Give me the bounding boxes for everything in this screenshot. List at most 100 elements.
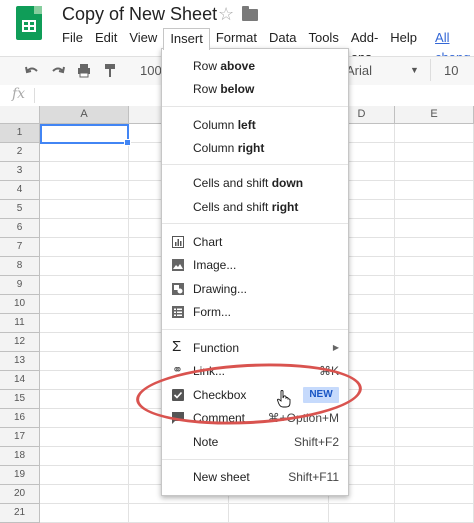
grid-cell[interactable] bbox=[395, 352, 474, 371]
star-icon[interactable]: ☆ bbox=[218, 4, 234, 25]
menu-data[interactable]: Data bbox=[263, 28, 302, 50]
menu-item-new-sheet[interactable]: New sheet Shift+F11 bbox=[162, 466, 348, 488]
grid-cell[interactable] bbox=[395, 143, 474, 162]
grid-cell[interactable] bbox=[395, 409, 474, 428]
row-header[interactable]: 16 bbox=[0, 409, 40, 428]
grid-cell[interactable] bbox=[395, 124, 474, 143]
grid-cell[interactable] bbox=[395, 485, 474, 504]
grid-cell[interactable] bbox=[40, 333, 129, 352]
grid-cell[interactable] bbox=[40, 428, 129, 447]
menu-edit[interactable]: Edit bbox=[89, 28, 123, 50]
menu-item-row-above[interactable]: Row above bbox=[162, 55, 348, 77]
grid-cell[interactable] bbox=[395, 390, 474, 409]
menu-item-cells-shift-down[interactable]: Cells and shift down bbox=[162, 172, 348, 194]
print-icon[interactable] bbox=[76, 63, 92, 79]
grid-cell[interactable] bbox=[40, 409, 129, 428]
row-header[interactable]: 4 bbox=[0, 181, 40, 200]
grid-cell[interactable] bbox=[40, 143, 129, 162]
grid-cell[interactable] bbox=[129, 504, 229, 523]
grid-cell[interactable] bbox=[40, 352, 129, 371]
grid-cell[interactable] bbox=[40, 295, 129, 314]
menu-file[interactable]: File bbox=[56, 28, 89, 50]
row-header[interactable]: 2 bbox=[0, 143, 40, 162]
grid-cell[interactable] bbox=[395, 447, 474, 466]
menu-item-row-below[interactable]: Row below bbox=[162, 78, 348, 100]
grid-cell[interactable] bbox=[40, 504, 129, 523]
grid-cell[interactable] bbox=[395, 238, 474, 257]
menu-item-cells-shift-right[interactable]: Cells and shift right bbox=[162, 196, 348, 218]
grid-cell[interactable] bbox=[40, 390, 129, 409]
row-header[interactable]: 19 bbox=[0, 466, 40, 485]
grid-cell[interactable] bbox=[40, 238, 129, 257]
menu-format[interactable]: Format bbox=[210, 28, 263, 50]
row-header[interactable]: 20 bbox=[0, 485, 40, 504]
row-header[interactable]: 13 bbox=[0, 352, 40, 371]
grid-cell[interactable] bbox=[395, 162, 474, 181]
menu-item-column-left[interactable]: Column left bbox=[162, 114, 348, 136]
grid-cell[interactable] bbox=[40, 447, 129, 466]
font-size-select[interactable]: 10 bbox=[444, 63, 458, 78]
column-header-e[interactable]: E bbox=[395, 106, 474, 124]
grid-cell[interactable] bbox=[395, 219, 474, 238]
row-header[interactable]: 17 bbox=[0, 428, 40, 447]
undo-icon[interactable] bbox=[24, 64, 40, 78]
grid-cell[interactable] bbox=[329, 504, 395, 523]
grid-cell[interactable] bbox=[395, 257, 474, 276]
row-header[interactable]: 6 bbox=[0, 219, 40, 238]
grid-cell[interactable] bbox=[395, 371, 474, 390]
grid-cell[interactable] bbox=[40, 162, 129, 181]
select-all-corner[interactable] bbox=[0, 106, 40, 124]
row-header[interactable]: 3 bbox=[0, 162, 40, 181]
column-header-a[interactable]: A bbox=[40, 106, 129, 124]
grid-cell[interactable] bbox=[40, 200, 129, 219]
menu-item-image[interactable]: Image... bbox=[162, 254, 348, 276]
row-header[interactable]: 11 bbox=[0, 314, 40, 333]
grid-cell[interactable] bbox=[395, 295, 474, 314]
menu-item-chart[interactable]: Chart bbox=[162, 231, 348, 253]
row-header[interactable]: 18 bbox=[0, 447, 40, 466]
chevron-down-icon[interactable]: ▼ bbox=[410, 65, 419, 75]
sheets-logo-icon[interactable] bbox=[16, 6, 42, 40]
row-header[interactable]: 1 bbox=[0, 124, 40, 143]
row-header[interactable]: 10 bbox=[0, 295, 40, 314]
row-header[interactable]: 5 bbox=[0, 200, 40, 219]
row-header[interactable]: 15 bbox=[0, 390, 40, 409]
grid-cell[interactable] bbox=[395, 181, 474, 200]
grid-cell[interactable] bbox=[40, 181, 129, 200]
grid-cell[interactable] bbox=[395, 504, 474, 523]
folder-icon[interactable] bbox=[242, 6, 258, 21]
doc-title[interactable]: Copy of New Sheet bbox=[62, 4, 217, 25]
redo-icon[interactable] bbox=[50, 64, 66, 78]
all-changes-link[interactable]: All chang bbox=[429, 28, 474, 65]
row-header[interactable]: 12 bbox=[0, 333, 40, 352]
menu-tools[interactable]: Tools bbox=[302, 28, 344, 50]
menu-item-column-right[interactable]: Column right bbox=[162, 137, 348, 159]
row-header[interactable]: 7 bbox=[0, 238, 40, 257]
row-header[interactable]: 21 bbox=[0, 504, 40, 523]
grid-cell[interactable] bbox=[40, 466, 129, 485]
grid-cell[interactable] bbox=[395, 200, 474, 219]
grid-cell[interactable] bbox=[395, 314, 474, 333]
menu-insert[interactable]: Insert bbox=[163, 28, 210, 50]
grid-cell[interactable] bbox=[40, 276, 129, 295]
grid-cell[interactable] bbox=[395, 276, 474, 295]
menu-item-note[interactable]: Note Shift+F2 bbox=[162, 431, 348, 453]
menu-item-form[interactable]: Form... bbox=[162, 301, 348, 323]
grid-cell[interactable] bbox=[40, 257, 129, 276]
grid-cell[interactable] bbox=[395, 333, 474, 352]
font-select[interactable]: Arial bbox=[346, 63, 372, 78]
menu-addons[interactable]: Add-ons bbox=[345, 28, 384, 65]
grid-cell[interactable] bbox=[395, 466, 474, 485]
menu-item-drawing[interactable]: Drawing... bbox=[162, 278, 348, 300]
grid-cell[interactable] bbox=[40, 219, 129, 238]
grid-cell[interactable] bbox=[40, 485, 129, 504]
grid-cell[interactable] bbox=[395, 428, 474, 447]
menu-help[interactable]: Help bbox=[384, 28, 423, 50]
grid-cell[interactable] bbox=[40, 314, 129, 333]
selected-cell-a1[interactable] bbox=[40, 124, 131, 146]
row-header[interactable]: 9 bbox=[0, 276, 40, 295]
grid-cell[interactable] bbox=[40, 371, 129, 390]
grid-cell[interactable] bbox=[229, 504, 329, 523]
paint-format-icon[interactable] bbox=[104, 63, 116, 79]
zoom-value[interactable]: 100 bbox=[140, 63, 162, 78]
